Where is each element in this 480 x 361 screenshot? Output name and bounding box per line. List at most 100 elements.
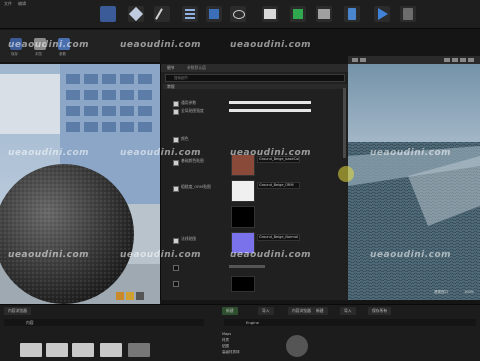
marketplace-button[interactable] — [230, 6, 246, 22]
texture-name[interactable]: Ground_Beige_Normal — [257, 234, 300, 241]
save-button[interactable] — [100, 6, 116, 22]
watermark: ueaoudini.com — [370, 148, 452, 158]
play-button[interactable] — [374, 6, 390, 22]
tab-add-new[interactable]: 新建 — [222, 307, 238, 315]
param-slider[interactable] — [229, 265, 265, 268]
blueprint-icon — [209, 9, 219, 19]
param-checkbox[interactable] — [173, 281, 179, 287]
param-row — [165, 264, 341, 271]
path-bar-right[interactable]: Engine — [224, 319, 476, 326]
param-label: 基础颜色贴图 — [181, 158, 204, 163]
param-row: 颜色 — [165, 136, 341, 143]
cursor-highlight — [338, 166, 354, 182]
sequence-button[interactable] — [290, 6, 306, 22]
param-checkbox[interactable] — [173, 109, 179, 115]
path-bar-left[interactable]: 内容 — [4, 319, 204, 326]
tab-save-all[interactable]: 保存所有 — [368, 307, 392, 315]
cube-icon — [128, 6, 144, 22]
watermark: ueaoudini.com — [120, 250, 202, 260]
path-left-label: 内容 — [26, 320, 34, 325]
watermark: ueaoudini.com — [8, 250, 90, 260]
watermark: ueaoudini.com — [230, 250, 312, 260]
param-checkbox[interactable] — [173, 137, 179, 143]
asset-thumbnail[interactable] — [128, 343, 150, 357]
menu-edit[interactable]: 编辑 — [18, 0, 26, 8]
asset-thumbnail[interactable] — [286, 335, 308, 357]
section-general-label: 常规 — [167, 84, 175, 89]
watermark: ueaoudini.com — [230, 40, 312, 50]
preview-viewport[interactable] — [0, 64, 160, 308]
folder-icon[interactable] — [100, 343, 122, 357]
watermark: ueaoudini.com — [120, 148, 202, 158]
content-browser: 内容浏览器 新建 导入 内容浏览器 新建 导入 保存所有 内容 Engine M… — [0, 304, 480, 361]
settings-button[interactable] — [182, 6, 198, 22]
blueprint-button[interactable] — [206, 6, 222, 22]
list-icon — [185, 9, 195, 11]
details-scrollbar[interactable] — [343, 88, 346, 158]
params-label: 参数 — [59, 52, 66, 56]
browse-button[interactable] — [128, 6, 144, 22]
param-slider[interactable] — [229, 101, 311, 104]
param-slider[interactable] — [229, 109, 311, 112]
tab-import-2[interactable]: 导入 — [340, 307, 356, 315]
viewport-label: 透视视口 — [434, 290, 448, 294]
launch-icon — [403, 8, 413, 20]
viewport-scale: 100% — [464, 290, 475, 294]
search-placeholder: 搜索细节 — [174, 76, 188, 80]
preview-scene — [0, 64, 160, 308]
param-checkbox[interactable] — [173, 160, 179, 166]
watermark: ueaoudini.com — [370, 250, 452, 260]
watermark: ueaoudini.com — [8, 148, 90, 158]
section-general[interactable]: 常规 — [163, 84, 347, 89]
folder-icon[interactable] — [46, 343, 68, 357]
texture-row — [165, 276, 341, 292]
main-toolbar: 文件 编辑 — [0, 0, 480, 29]
param-row: 全局贴图强度 — [165, 108, 341, 115]
compile-icon — [348, 8, 356, 20]
param-row: 通用参数 — [165, 100, 341, 107]
texture-thumbnail[interactable] — [231, 276, 255, 292]
play-icon — [378, 8, 388, 20]
sequence-icon — [293, 9, 303, 19]
launch-button[interactable] — [400, 6, 416, 22]
cinematics-button[interactable] — [262, 6, 278, 22]
texture-row: 粗糙度_ORM贴图 Ground_Beige_ORM — [165, 178, 341, 202]
menu-bar: 文件 编辑 — [0, 0, 26, 8]
param-checkbox[interactable] — [173, 238, 179, 244]
param-checkbox[interactable] — [173, 186, 179, 192]
brush-button[interactable] — [154, 6, 170, 22]
tree-item[interactable]: 高级材质球 — [222, 349, 282, 355]
texture-thumbnail[interactable] — [231, 180, 255, 202]
folder-tree: Maps 材质 贴图 高级材质球 — [222, 331, 282, 361]
brush-icon — [155, 8, 163, 20]
film-icon — [264, 9, 276, 19]
tab-param-defaults[interactable]: 参数默认值 — [187, 65, 206, 71]
compile-button[interactable] — [344, 6, 360, 22]
texture-name[interactable]: Ground_Beige_ORM — [257, 182, 300, 189]
tab-content-browser[interactable]: 内容浏览器 — [4, 307, 31, 315]
tab-details[interactable]: 细节 — [167, 65, 175, 71]
watermark: ueaoudini.com — [8, 40, 90, 50]
build-button[interactable] — [316, 6, 332, 22]
save-asset-label: 保存 — [11, 52, 18, 56]
param-label: 颜色 — [181, 136, 189, 141]
build-icon — [318, 9, 330, 19]
path-right-label: Engine — [246, 320, 260, 325]
search-input[interactable]: 搜索细节 — [165, 74, 345, 82]
details-panel: 细节 参数默认值 搜索细节 常规 通用参数 全局贴图强度 颜色 基础颜色贴图 G… — [160, 64, 350, 300]
param-checkbox[interactable] — [173, 265, 179, 271]
param-label: 全局贴图强度 — [181, 108, 204, 113]
folder-icon[interactable] — [72, 343, 94, 357]
eye-icon — [233, 10, 245, 19]
menu-file[interactable]: 文件 — [4, 0, 12, 8]
folder-icon[interactable] — [20, 343, 42, 357]
param-checkbox[interactable] — [173, 101, 179, 107]
watermark: ueaoudini.com — [120, 40, 202, 50]
tab-import[interactable]: 导入 — [258, 307, 274, 315]
tab-content-browser-2[interactable]: 内容浏览器 — [288, 307, 315, 315]
level-viewport[interactable]: 透视视口 100% — [348, 56, 480, 300]
texture-row — [165, 204, 341, 228]
water-scene — [348, 56, 480, 300]
texture-thumbnail[interactable] — [231, 206, 255, 228]
tab-new[interactable]: 新建 — [312, 307, 328, 315]
